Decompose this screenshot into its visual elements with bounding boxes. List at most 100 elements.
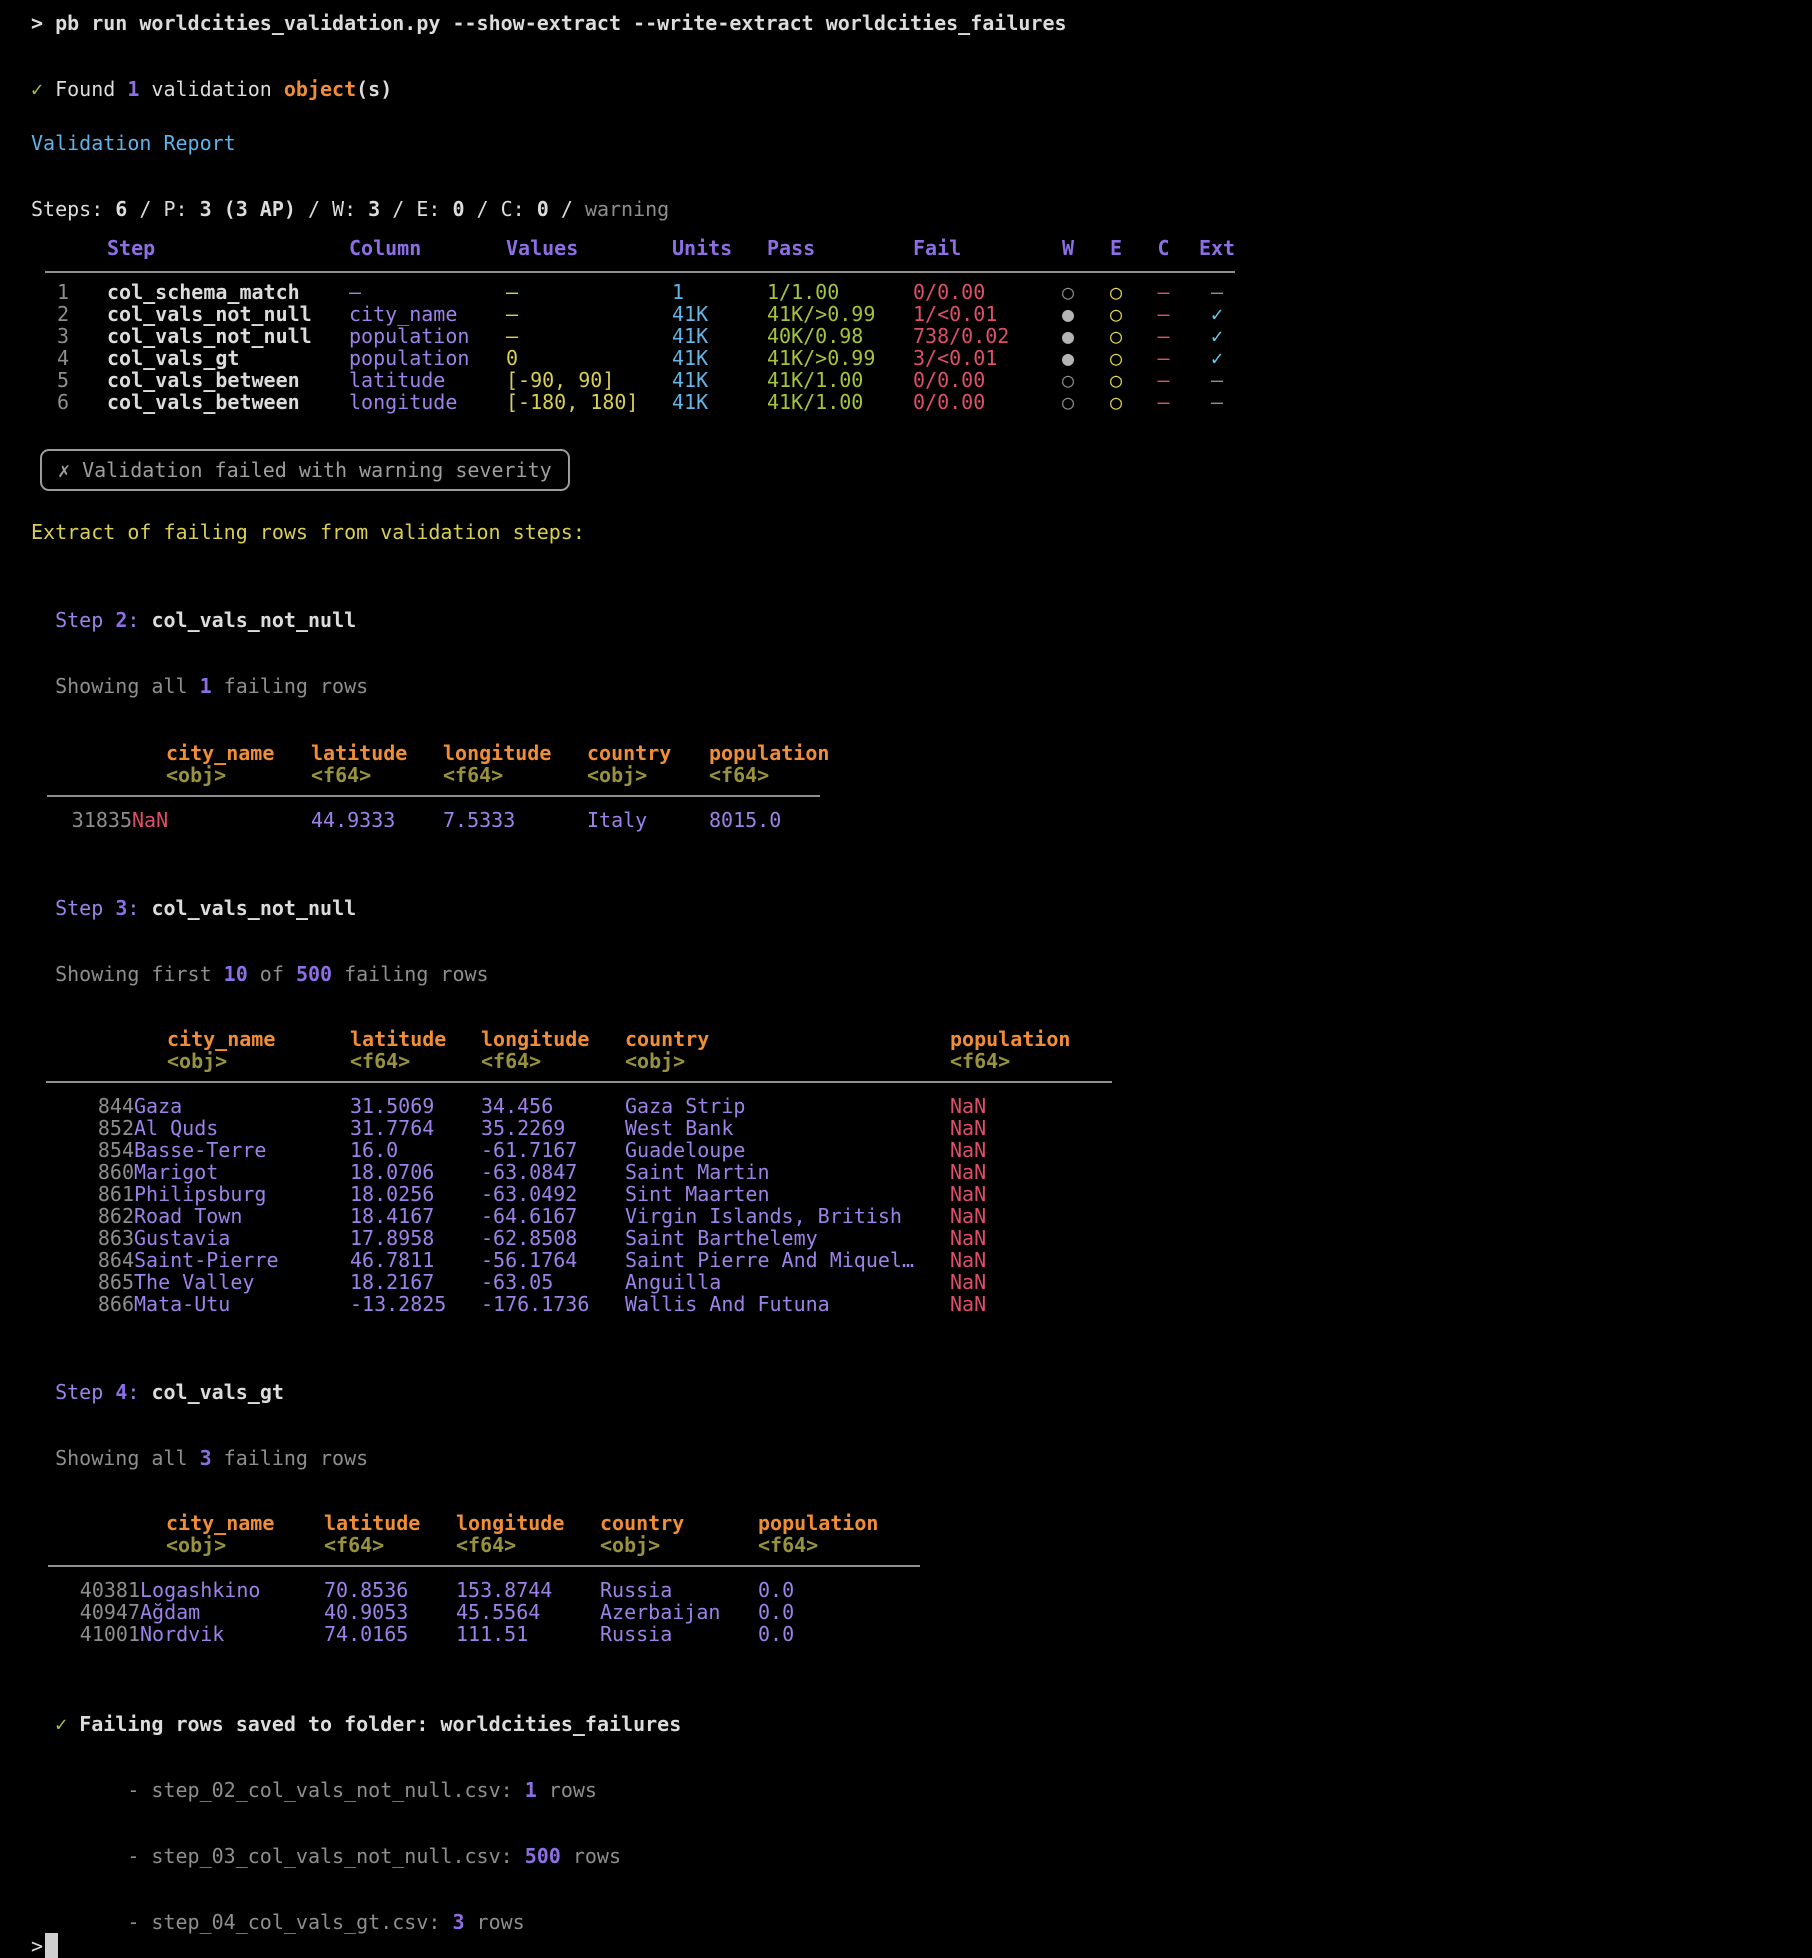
table-row: 862 Road Town18.4167-64.6167Virgin Islan…: [31, 1205, 1812, 1227]
cell-units: 1: [672, 281, 767, 303]
cell: 0.0: [758, 1601, 908, 1623]
report-title: Validation Report: [31, 132, 1812, 154]
cell: 8015.0: [709, 809, 859, 831]
validation-row: 2 col_vals_not_null city_name — 41K 41K/…: [31, 303, 1812, 325]
warning-threshold-icon: ○: [1044, 391, 1092, 413]
validation-row: 5 col_vals_between latitude [-90, 90] 41…: [31, 369, 1812, 391]
segment: /: [549, 197, 585, 221]
dtype-latitude: <f64>: [311, 764, 443, 786]
dtype-population: <f64>: [709, 764, 859, 786]
warning-threshold-icon: ○: [1044, 281, 1092, 303]
segment: 1: [200, 674, 212, 698]
segment: Steps:: [31, 197, 115, 221]
saved-files-list: - step_02_col_vals_not_null.csv: 1 rows …: [31, 1735, 1812, 1933]
segment: col_vals_gt: [151, 1380, 283, 1404]
col-header-longitude: longitude: [481, 1028, 625, 1050]
text-cursor[interactable]: [45, 1933, 58, 1958]
cell: -13.2825: [350, 1293, 481, 1315]
step-title: Step 3: col_vals_not_null: [31, 853, 1812, 919]
extract-step-2: Step 2: col_vals_not_null Showing all 1 …: [31, 565, 1812, 831]
cell: Anguilla: [625, 1271, 950, 1293]
cell: 40.9053: [324, 1601, 456, 1623]
row-index: 40381: [31, 1579, 140, 1601]
col-header-population: population: [758, 1512, 908, 1534]
cell: NaN: [950, 1183, 1100, 1205]
shell-prompt-line[interactable]: >: [31, 1933, 1812, 1958]
cell-step: col_vals_between: [107, 369, 349, 391]
segment: rows: [561, 1844, 621, 1868]
header-rule: [45, 271, 1235, 273]
cell-pass: 41K/>0.99: [767, 347, 913, 369]
cell: 18.4167: [350, 1205, 481, 1227]
segment: col_vals_not_null: [151, 608, 356, 632]
footer: ✓ Failing rows saved to folder: worldcit…: [31, 1669, 1812, 1958]
cell: -61.7167: [481, 1139, 625, 1161]
cell-fail: 738/0.02: [913, 325, 1044, 347]
row-index: 863: [31, 1227, 134, 1249]
warning-threshold-icon: ○: [1044, 369, 1092, 391]
cell: 35.2269: [481, 1117, 625, 1139]
row-index: 860: [31, 1161, 134, 1183]
extract-table-dtypes: <obj> <f64> <f64> <obj> <f64>: [31, 1534, 1812, 1556]
table-row: 41001 Nordvik74.0165111.51Russia0.0: [31, 1623, 1812, 1645]
segment: /: [465, 197, 501, 221]
table-row: 844 Gaza31.506934.456Gaza StripNaN: [31, 1095, 1812, 1117]
header-spacer: [31, 742, 132, 764]
col-header-column: Column: [349, 237, 506, 259]
segment: W:: [332, 197, 368, 221]
segment: failing rows: [212, 674, 369, 698]
col-header-country: country: [587, 742, 709, 764]
cell: Logashkino: [140, 1579, 324, 1601]
cell: 70.8536: [324, 1579, 456, 1601]
cell: Russia: [600, 1579, 758, 1601]
extract-table-body: 31835 NaN44.93337.5333Italy8015.0: [31, 809, 1812, 831]
row-index: 861: [31, 1183, 134, 1205]
saved-line: ✓ Failing rows saved to folder: worldcit…: [31, 1669, 1812, 1735]
header-spacer: [31, 764, 132, 786]
validation-row: 6 col_vals_between longitude [-180, 180]…: [31, 391, 1812, 413]
row-index: 4: [31, 347, 107, 369]
extract-table-body: 40381 Logashkino70.8536153.8744Russia0.0…: [31, 1579, 1812, 1645]
extract-flag-icon: –: [1187, 369, 1247, 391]
cell: 74.0165: [324, 1623, 456, 1645]
validation-table-header: Step Column Values Units Pass Fail W E C…: [31, 237, 1812, 259]
validation-row: 3 col_vals_not_null population — 41K 40K…: [31, 325, 1812, 347]
table-row: 854 Basse-Terre16.0-61.7167GuadeloupeNaN: [31, 1139, 1812, 1161]
cell-step: col_vals_not_null: [107, 303, 349, 325]
warning-threshold-icon: ●: [1044, 347, 1092, 369]
header-spacer: [31, 1050, 134, 1072]
segment: /: [296, 197, 332, 221]
cell: Wallis And Futuna: [625, 1293, 950, 1315]
segment: 3: [115, 896, 127, 920]
cell: Saint Martin: [625, 1161, 950, 1183]
step-title: Step 4: col_vals_gt: [31, 1337, 1812, 1403]
header-rule: [48, 1565, 920, 1567]
cell: -63.0847: [481, 1161, 625, 1183]
step-title: Step 2: col_vals_not_null: [31, 565, 1812, 631]
cell: West Bank: [625, 1117, 950, 1139]
extract-flag-icon: –: [1187, 391, 1247, 413]
dtype-longitude: <f64>: [456, 1534, 600, 1556]
dtype-longitude: <f64>: [481, 1050, 625, 1072]
col-header-ext: Ext: [1187, 237, 1247, 259]
header-spacer: [31, 1028, 134, 1050]
cell-fail: 3/<0.01: [913, 347, 1044, 369]
segment: 3: [368, 197, 380, 221]
cell: Basse-Terre: [134, 1139, 350, 1161]
dtype-country: <obj>: [587, 764, 709, 786]
table-row: 864 Saint-Pierre46.7811-56.1764Saint Pie…: [31, 1249, 1812, 1271]
extract-flag-icon: ✓: [1187, 325, 1247, 347]
dtype-country: <obj>: [600, 1534, 758, 1556]
cell-values: —: [506, 281, 672, 303]
extract-table-dtypes: <obj> <f64> <f64> <obj> <f64>: [31, 1050, 1812, 1072]
dtype-city-name: <obj>: [132, 764, 311, 786]
table-row: 31835 NaN44.93337.5333Italy8015.0: [31, 809, 1812, 831]
table-row: 40947 Ağdam40.905345.5564Azerbaijan0.0: [31, 1601, 1812, 1623]
cell: Marigot: [134, 1161, 350, 1183]
cell-units: 41K: [672, 391, 767, 413]
segment: 0: [537, 197, 549, 221]
segment: (s): [356, 77, 392, 101]
cell: NaN: [950, 1161, 1100, 1183]
cell-step: col_schema_match: [107, 281, 349, 303]
segment: - step_04_col_vals_gt.csv:: [103, 1910, 452, 1934]
